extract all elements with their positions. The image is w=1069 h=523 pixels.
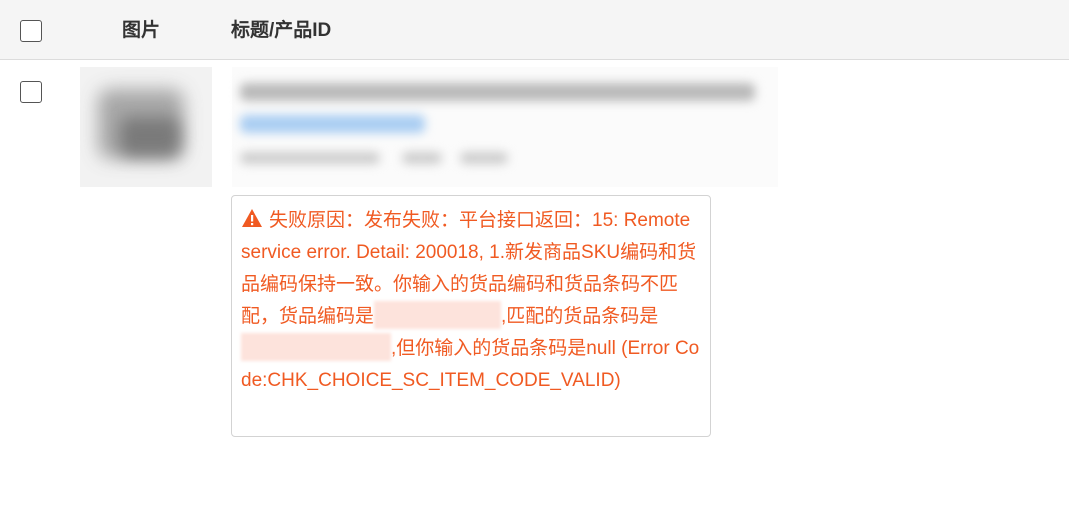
redacted-sku-code — [374, 301, 502, 329]
product-meta-redacted — [240, 152, 380, 164]
product-table: 图片 标题/产品ID 失败原因：发布失败：平台接口返回：15: Remote s… — [0, 0, 1069, 523]
column-header-image: 图片 — [122, 20, 161, 41]
column-header-title: 标题/产品ID — [231, 20, 332, 41]
product-meta-redacted — [402, 152, 442, 164]
table-header: 图片 标题/产品ID — [0, 0, 1069, 60]
product-thumbnail[interactable] — [80, 67, 212, 187]
select-all-checkbox[interactable] — [20, 20, 42, 42]
redacted-barcode — [241, 333, 391, 361]
product-meta-redacted — [460, 152, 508, 164]
error-message-box: 失败原因：发布失败：平台接口返回：15: Remote service erro… — [231, 195, 711, 437]
error-text-part2: ,匹配的货品条码是 — [501, 306, 659, 327]
table-row: 失败原因：发布失败：平台接口返回：15: Remote service erro… — [0, 61, 1069, 523]
warning-icon — [242, 209, 262, 227]
row-checkbox[interactable] — [20, 81, 42, 103]
product-title-redacted[interactable] — [240, 83, 755, 101]
product-info-blurred — [232, 67, 778, 187]
error-message: 失败原因：发布失败：平台接口返回：15: Remote service erro… — [241, 205, 702, 397]
product-id-link-redacted[interactable] — [240, 115, 425, 133]
